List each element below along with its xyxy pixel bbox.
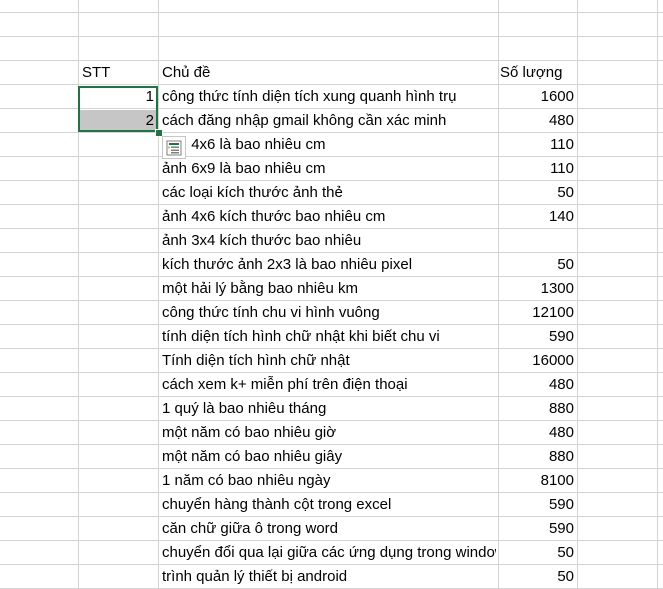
stt-cell[interactable] [80, 325, 154, 348]
stt-cell[interactable]: 2 [80, 109, 154, 132]
column-divider [158, 0, 159, 589]
count-cell[interactable]: 50 [500, 541, 574, 564]
stt-cell[interactable] [80, 517, 154, 540]
topic-cell[interactable]: căn chữ giữa ô trong word [162, 517, 496, 540]
count-cell[interactable]: 480 [500, 421, 574, 444]
header-topic[interactable]: Chủ đề [162, 61, 496, 84]
topic-cell[interactable]: 1 quý là bao nhiêu tháng [162, 397, 496, 420]
stt-cell[interactable]: 1 [80, 85, 154, 108]
topic-cell[interactable]: ảnh 3x4 kích thước bao nhiêu [162, 229, 496, 252]
column-divider [577, 0, 578, 589]
topic-cell[interactable]: 1 năm có bao nhiêu ngày [162, 469, 496, 492]
stt-cell[interactable] [80, 277, 154, 300]
count-cell[interactable]: 1300 [500, 277, 574, 300]
stt-cell[interactable] [80, 469, 154, 492]
count-cell[interactable]: 12100 [500, 301, 574, 324]
stt-cell[interactable] [80, 253, 154, 276]
topic-cell[interactable]: chuyển đổi qua lại giữa các ứng dụng tro… [162, 541, 496, 564]
count-cell[interactable]: 590 [500, 325, 574, 348]
topic-cell[interactable]: trình quản lý thiết bị android [162, 565, 496, 588]
topic-cell[interactable]: chuyển hàng thành cột trong excel [162, 493, 496, 516]
stt-cell[interactable] [80, 445, 154, 468]
topic-cell[interactable]: ảnh 6x9 là bao nhiêu cm [162, 157, 496, 180]
column-divider [657, 0, 658, 589]
header-stt[interactable]: STT [82, 61, 156, 84]
count-cell[interactable]: 50 [500, 565, 574, 588]
topic-cell[interactable]: công thức tính chu vi hình vuông [162, 301, 496, 324]
count-cell[interactable]: 1600 [500, 85, 574, 108]
stt-cell[interactable] [80, 397, 154, 420]
count-cell[interactable]: 16000 [500, 349, 574, 372]
header-count[interactable]: Số lượng [500, 61, 576, 84]
topic-cell[interactable]: một năm có bao nhiêu giây [162, 445, 496, 468]
topic-cell[interactable]: một năm có bao nhiêu giờ [162, 421, 496, 444]
stt-cell[interactable] [80, 181, 154, 204]
topic-cell[interactable]: tính diện tích hình chữ nhật khi biết ch… [162, 325, 496, 348]
topic-cell[interactable]: các loại kích thước ảnh thẻ [162, 181, 496, 204]
stt-cell[interactable] [80, 301, 154, 324]
auto-fill-options-icon [166, 140, 182, 155]
stt-cell[interactable] [80, 229, 154, 252]
count-cell[interactable] [500, 229, 574, 252]
topic-cell[interactable]: ảnh 4x6 kích thước bao nhiêu cm [162, 205, 496, 228]
count-cell[interactable]: 880 [500, 397, 574, 420]
count-cell[interactable]: 880 [500, 445, 574, 468]
count-cell[interactable]: 8100 [500, 469, 574, 492]
count-cell[interactable]: 110 [500, 133, 574, 156]
row-divider [0, 36, 663, 37]
topic-cell[interactable]: công thức tính diện tích xung quanh hình… [162, 85, 496, 108]
spreadsheet-grid[interactable]: STT Chủ đề Số lượng 1 công thức tính diện… [0, 0, 663, 589]
column-divider [78, 0, 79, 589]
stt-cell[interactable] [80, 541, 154, 564]
count-cell[interactable]: 480 [500, 109, 574, 132]
stt-cell[interactable] [80, 565, 154, 588]
count-cell[interactable]: 590 [500, 493, 574, 516]
topic-cell[interactable]: một hải lý bằng bao nhiêu km [162, 277, 496, 300]
count-cell[interactable]: 480 [500, 373, 574, 396]
stt-cell[interactable] [80, 205, 154, 228]
count-cell[interactable]: 50 [500, 253, 574, 276]
count-cell[interactable]: 590 [500, 517, 574, 540]
topic-cell[interactable]: kích thước ảnh 2x3 là bao nhiêu pixel [162, 253, 496, 276]
stt-cell[interactable] [80, 421, 154, 444]
auto-fill-options-button[interactable] [162, 136, 186, 159]
topic-cell[interactable]: Tính diện tích hình chữ nhật [162, 349, 496, 372]
row-divider [0, 12, 663, 13]
stt-cell[interactable] [80, 133, 154, 156]
stt-cell[interactable] [80, 349, 154, 372]
count-cell[interactable]: 50 [500, 181, 574, 204]
stt-cell[interactable] [80, 157, 154, 180]
topic-cell[interactable]: cách đăng nhập gmail không cần xác minh [162, 109, 496, 132]
count-cell[interactable]: 110 [500, 157, 574, 180]
topic-cell[interactable]: ảnh 4x6 là bao nhiêu cm [162, 133, 496, 156]
topic-cell[interactable]: cách xem k+ miễn phí trên điện thoại [162, 373, 496, 396]
column-divider [498, 0, 499, 589]
stt-cell[interactable] [80, 493, 154, 516]
stt-cell[interactable] [80, 373, 154, 396]
count-cell[interactable]: 140 [500, 205, 574, 228]
